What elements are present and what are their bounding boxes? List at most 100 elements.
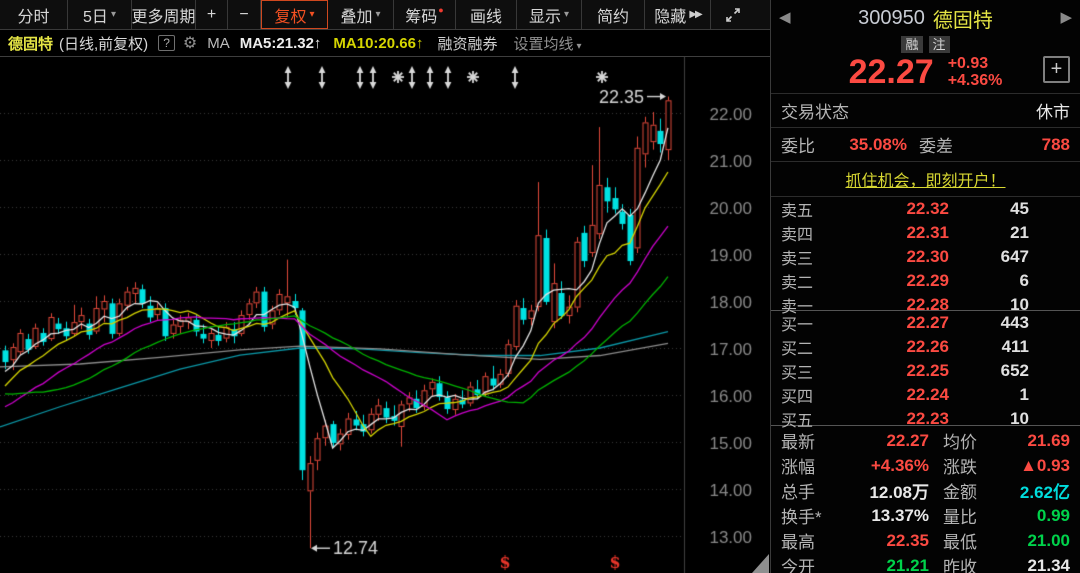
prev-stock-arrow[interactable]: ◀ [779, 8, 791, 26]
stats-row: 涨幅+4.36%涨跌▲0.93 [771, 453, 1080, 478]
candlestick-chart-area [0, 57, 770, 573]
open-account-link[interactable]: 抓住机会，即刻开户！ [845, 167, 1005, 191]
stock-app-window: 分时 5日▾ 更多周期 + − 复权▾ 叠加▾ 筹码● 画线 显示▾ 简约 隐藏… [0, 0, 1080, 573]
ask-row-4[interactable]: 卖四22.3121 [771, 221, 1080, 245]
adjust-price-button[interactable]: 复权▾ [261, 0, 328, 29]
bid-row-2[interactable]: 买二22.26411 [771, 335, 1080, 359]
bid-price: 22.24 [839, 385, 949, 405]
bid-price: 22.23 [839, 409, 949, 429]
caret-down-icon: ▾ [309, 9, 314, 20]
ask-row-5[interactable]: 卖五22.3245 [771, 197, 1080, 221]
chips-label: 筹码 [405, 3, 437, 27]
bid-row-4[interactable]: 买四22.241 [771, 383, 1080, 407]
trade-status-row: 交易状态 休市 [771, 94, 1080, 128]
stats-block: 最新22.27均价21.69 涨幅+4.36%涨跌▲0.93 总手12.08万金… [771, 426, 1080, 571]
minus-icon: − [239, 6, 248, 24]
candlestick-chart[interactable] [0, 57, 770, 573]
ask-volume: 647 [949, 247, 1029, 267]
bid-row-3[interactable]: 买三22.25652 [771, 359, 1080, 383]
bid-price: 22.26 [839, 337, 949, 357]
caret-down-icon: ▾ [375, 9, 380, 20]
bid-level-label: 买三 [781, 359, 839, 383]
stock-name-label: 德固特 [8, 33, 53, 54]
plus-icon: + [1051, 58, 1063, 81]
expand-arrows-icon [725, 7, 741, 23]
ask-volume: 21 [949, 223, 1029, 243]
bid-volume: 652 [949, 361, 1029, 381]
zoom-out-button[interactable]: − [228, 0, 261, 29]
stat-label: 涨幅 [781, 453, 843, 478]
simple-mode-button[interactable]: 简约 [582, 0, 645, 29]
weicha-label: 委差 [919, 132, 953, 157]
resize-corner-handle[interactable] [752, 554, 769, 573]
gear-icon[interactable]: ⚙ [183, 33, 197, 53]
ma-settings-link[interactable]: 设置均线▾ [513, 33, 581, 54]
ma10-value-label: MA10:20.66↑ [333, 35, 423, 52]
change-value: +0.93 [948, 55, 1003, 72]
ask-row-3[interactable]: 卖三22.30647 [771, 245, 1080, 269]
change-percent: +4.36% [948, 72, 1003, 89]
help-icon[interactable]: ? [158, 35, 175, 51]
last-price: 22.27 [849, 54, 934, 90]
stat-label: 今开 [781, 553, 843, 573]
ask-price: 22.29 [839, 271, 949, 291]
stats-row: 最高22.35最低21.00 [771, 528, 1080, 553]
weibi-label: 委比 [781, 132, 815, 157]
overlay-button[interactable]: 叠加▾ [328, 0, 394, 29]
stat-label: 最低 [943, 528, 1001, 553]
trade-status-label: 交易状态 [781, 98, 849, 123]
stat-label: 量比 [943, 503, 1001, 528]
chart-mode-label: (日线,前复权) [59, 33, 148, 54]
bid-price: 22.25 [839, 361, 949, 381]
next-stock-arrow[interactable]: ▶ [1060, 8, 1072, 26]
stats-row: 最新22.27均价21.69 [771, 428, 1080, 453]
stat-value: +4.36% [843, 456, 929, 476]
caret-down-icon: ▾ [577, 41, 582, 52]
stat-value: 21.00 [1001, 531, 1070, 551]
overlay-label: 叠加 [340, 3, 372, 27]
caret-down-icon: ▾ [564, 9, 569, 20]
tab-5day[interactable]: 5日▾ [68, 0, 132, 29]
plus-icon: + [207, 6, 216, 24]
fullscreen-button[interactable] [711, 0, 755, 29]
stats-row: 总手12.08万金额2.62亿 [771, 478, 1080, 503]
draw-line-button[interactable]: 画线 [456, 0, 517, 29]
stat-label: 最新 [781, 428, 843, 453]
stock-badges: 融 注 [771, 36, 1080, 53]
bid-level-label: 买一 [781, 311, 839, 335]
hide-label: 隐藏 [654, 3, 686, 27]
ask-level-label: 卖四 [781, 221, 839, 245]
hide-button[interactable]: 隐藏▶▶ [645, 0, 711, 29]
margin-badge: 融 [901, 36, 922, 53]
zoom-in-button[interactable]: + [196, 0, 228, 29]
chart-toolbar: 分时 5日▾ 更多周期 + − 复权▾ 叠加▾ 筹码● 画线 显示▾ 简约 隐藏… [0, 0, 770, 30]
ask-volume: 6 [949, 271, 1029, 291]
ask-volume: 45 [949, 199, 1029, 219]
bid-row-1[interactable]: 买一22.27443 [771, 311, 1080, 335]
stock-name: 德固特 [933, 4, 993, 33]
add-to-watchlist-button[interactable]: + [1043, 56, 1070, 83]
stat-value: ▲0.93 [1001, 456, 1070, 476]
margin-trading-link[interactable]: 融资融券 [437, 33, 497, 54]
more-periods-label: 更多周期 [132, 3, 196, 27]
ask-book: 卖五22.3245 卖四22.3121 卖三22.30647 卖二22.296 … [771, 197, 1080, 311]
price-row: 22.27 +0.93 +4.36% [771, 54, 1080, 90]
stat-value: 13.37% [843, 506, 929, 526]
display-button[interactable]: 显示▾ [517, 0, 582, 29]
ma-indicator-label: MA [207, 35, 230, 52]
stat-value: 12.08万 [843, 478, 929, 503]
display-label: 显示 [529, 3, 561, 27]
ask-row-2[interactable]: 卖二22.296 [771, 269, 1080, 293]
ask-price: 22.31 [839, 223, 949, 243]
tab-minute-chart[interactable]: 分时 [0, 0, 68, 29]
chips-button[interactable]: 筹码● [394, 0, 456, 29]
stats-row: 今开21.21昨收21.34 [771, 553, 1080, 573]
ask-price: 22.32 [839, 199, 949, 219]
ask-level-label: 卖二 [781, 269, 839, 293]
more-periods-button[interactable]: 更多周期 [132, 0, 196, 29]
ask-level-label: 卖三 [781, 245, 839, 269]
stat-label: 最高 [781, 528, 843, 553]
tab-5day-label: 5日 [83, 3, 108, 27]
ma5-value-label: MA5:21.32↑ [240, 35, 322, 52]
double-right-icon: ▶▶ [689, 9, 700, 20]
